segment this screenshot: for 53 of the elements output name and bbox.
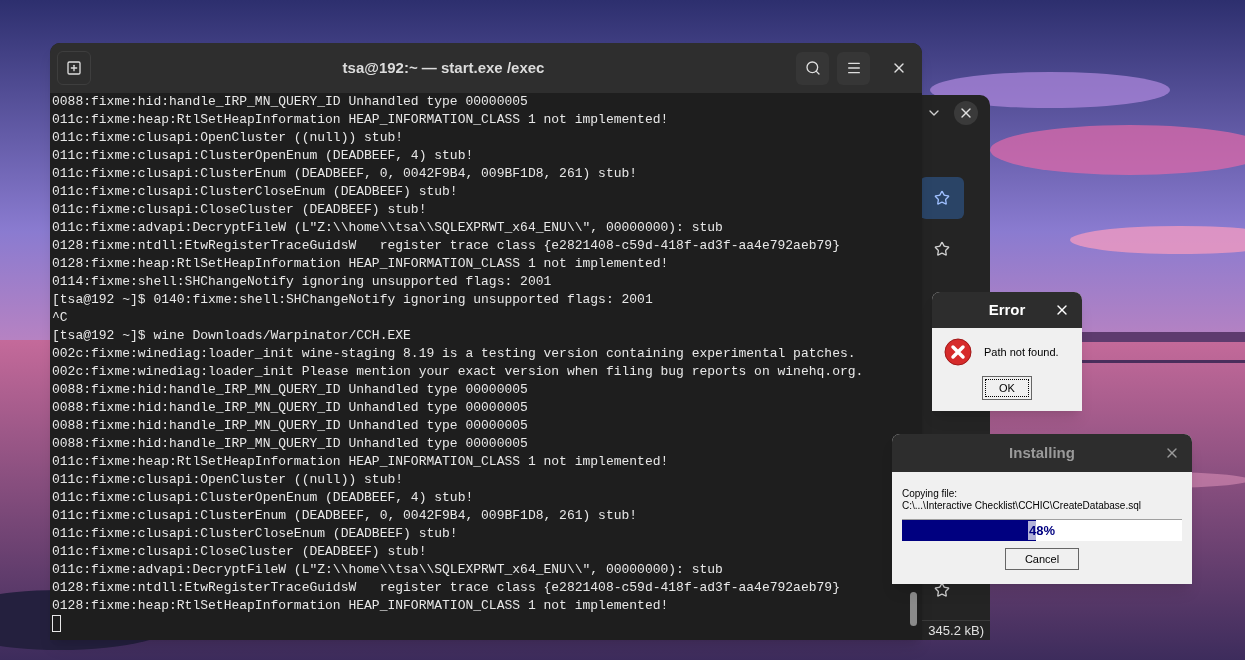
star-icon (934, 581, 950, 598)
terminal-line: 0128:fixme:ntdll:EtwRegisterTraceGuidsW register trace class {e2821408-c59d-418f-ad3f-aa4e792aeb79} (52, 237, 840, 255)
terminal-line: 011c:fixme:clusapi:CloseCluster (DEADBEEF) stub! (52, 201, 427, 219)
status-text: 345.2 kB) (928, 621, 984, 640)
terminal-line: 011c:fixme:clusapi:OpenCluster ((null)) stub! (52, 129, 404, 147)
terminal-line: 002c:fixme:winediag:loader_init Please mention your exact version when filing bug reports on winehq.org. (52, 363, 864, 381)
terminal-line: 011c:fixme:heap:RtlSetHeapInformation HEAP_INFORMATION_CLASS 1 not implemented! (52, 111, 669, 129)
dialog-title: Installing (1009, 442, 1075, 463)
terminal-line: 011c:fixme:clusapi:ClusterEnum (DEADBEEF, 0, 0042F9B4, 009BF1D8, 261) stub! (52, 507, 638, 525)
terminal-line: 0088:fixme:hid:handle_IRP_MN_QUERY_ID Unhandled type 00000005 (52, 417, 528, 435)
menu-button[interactable] (837, 51, 870, 85)
terminal-line: 011c:fixme:clusapi:CloseCluster (DEADBEEF) stub! (52, 543, 427, 561)
star-icon (934, 240, 950, 257)
terminal-line: 0088:fixme:hid:handle_IRP_MN_QUERY_ID Unhandled type 00000005 (52, 93, 528, 111)
terminal-line: 011c:fixme:clusapi:ClusterEnum (DEADBEEF, 0, 0042F9B4, 009BF1D8, 261) stub! (52, 165, 638, 183)
terminal-cursor (52, 615, 61, 632)
close-button[interactable] (954, 101, 978, 126)
terminal-line: 011c:fixme:clusapi:OpenCluster ((null)) stub! (52, 471, 404, 489)
terminal-line: 0128:fixme:heap:RtlSetHeapInformation HEAP_INFORMATION_CLASS 1 not implemented! (52, 255, 669, 273)
error-icon (944, 338, 972, 366)
terminal-line: 0128:fixme:ntdll:EtwRegisterTraceGuidsW register trace class {e2821408-c59d-418f-ad3f-aa4e792aeb79} (52, 579, 840, 597)
scrollbar-thumb[interactable] (910, 592, 917, 626)
search-icon (804, 60, 821, 76)
terminal-line: 011c:fixme:heap:RtlSetHeapInformation HEAP_INFORMATION_CLASS 1 not implemented! (52, 453, 669, 471)
dialog-title: Error (988, 299, 1026, 320)
star-button[interactable] (920, 176, 964, 219)
terminal-line: 011c:fixme:advapi:DecryptFileW (L"Z:\\home\\tsa\\SQLEXPRWT_x64_ENU\\", 00000000): stub (52, 561, 723, 579)
terminal-line: [tsa@192 ~]$ 0140:fixme:shell:SHChangeNotify ignoring unsupported flags: 2001 (52, 291, 653, 309)
error-message: Path not found. (984, 344, 1059, 360)
plus-icon (66, 60, 82, 76)
copying-label: Copying file: (902, 488, 958, 500)
terminal-line: 0088:fixme:hid:handle_IRP_MN_QUERY_ID Unhandled type 00000005 (52, 381, 528, 399)
terminal-line: 0114:fixme:shell:SHChangeNotify ignoring unsupported flags: 2001 (52, 273, 552, 291)
search-button[interactable] (796, 51, 829, 85)
progress-percent: 48% (1028, 520, 1056, 541)
terminal-line: 011c:fixme:clusapi:ClusterOpenEnum (DEADBEEF, 4) stub! (52, 147, 474, 165)
terminal-line: 0128:fixme:heap:RtlSetHeapInformation HEAP_INFORMATION_CLASS 1 not implemented! (52, 597, 669, 615)
terminal-line: 011c:fixme:clusapi:ClusterCloseEnum (DEADBEEF) stub! (52, 183, 458, 201)
ok-button[interactable]: OK (982, 376, 1032, 400)
terminal-line: [tsa@192 ~]$ wine Downloads/Warpinator/CCH.EXE (52, 327, 411, 345)
terminal-line: 011c:fixme:advapi:DecryptFileW (L"Z:\\home\\tsa\\SQLEXPRWT_x64_ENU\\", 00000000): stub (52, 219, 723, 237)
menu-icon (845, 60, 862, 76)
window-title: tsa@192:~ — start.exe /exec (341, 57, 546, 78)
new-tab-button[interactable] (57, 51, 91, 85)
file-path: C:\...\Interactive Checklist\CCHIC\CreateDatabase.sql (902, 500, 1141, 512)
terminal-line: 0088:fixme:hid:handle_IRP_MN_QUERY_ID Unhandled type 00000005 (52, 399, 528, 417)
star-icon (934, 189, 950, 206)
terminal-line: 0088:fixme:hid:handle_IRP_MN_QUERY_ID Unhandled type 00000005 (52, 435, 528, 453)
cancel-button[interactable]: Cancel (1005, 548, 1079, 570)
terminal-line: ^C (52, 309, 68, 327)
terminal-line: 011c:fixme:clusapi:ClusterOpenEnum (DEADBEEF, 4) stub! (52, 489, 474, 507)
terminal-line: 011c:fixme:clusapi:ClusterCloseEnum (DEADBEEF) stub! (52, 525, 458, 543)
terminal-line: 002c:fixme:winediag:loader_init wine-staging 8.19 is a testing version containing experimental patches. (52, 345, 856, 363)
